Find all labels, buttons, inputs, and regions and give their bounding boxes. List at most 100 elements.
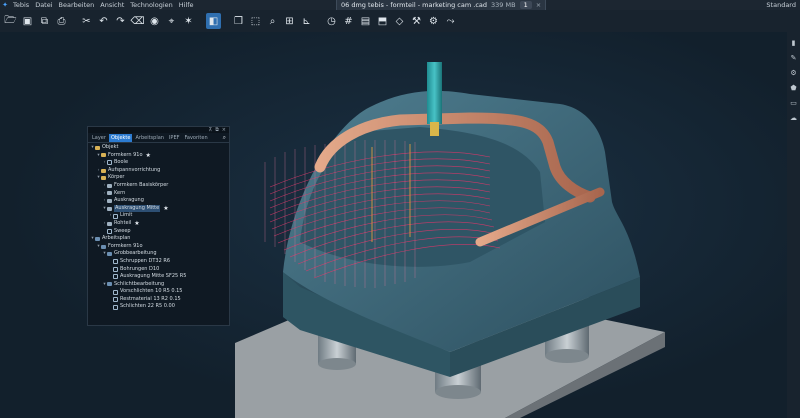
tree-item-label: Restmaterial 13 R2 0.15 (120, 295, 181, 302)
float-icon[interactable]: ⧉ (215, 127, 219, 133)
plan-icon (95, 236, 100, 241)
menu-ansicht[interactable]: Ansicht (97, 0, 127, 10)
tool-icon[interactable]: ⚙ (426, 13, 441, 29)
tree-item-label: Boole (114, 159, 129, 166)
save-icon[interactable]: ▣ (20, 13, 35, 29)
tree-item[interactable]: Vorschlichten 10 R5 0.15 (88, 288, 229, 296)
star-icon[interactable]: ★ (163, 205, 168, 213)
tree-item[interactable]: › Boole (88, 159, 229, 167)
op-icon (107, 228, 112, 234)
folder-icon (101, 176, 106, 181)
tree-item[interactable]: › Kern (88, 190, 229, 198)
op-icon (113, 213, 118, 219)
tree-item[interactable]: › Formkern Basiskörper (88, 182, 229, 190)
tab-favoriten[interactable]: Favoriten (182, 134, 209, 142)
box-icon[interactable]: ▤ (358, 13, 373, 29)
tab-layer[interactable]: Layer (90, 134, 108, 142)
tree-item[interactable]: › Limit (88, 212, 229, 220)
tree-item[interactable]: Schlichten 22 R5 0.00 (88, 303, 229, 311)
print-icon[interactable]: ⎙ (54, 13, 69, 29)
menu-datei[interactable]: Datei (32, 0, 55, 10)
frame-icon[interactable]: ⬚ (248, 13, 263, 29)
tree-item[interactable]: ▾ Grobbearbeitung (88, 250, 229, 258)
tree-item[interactable]: ▾ Formkern 91o ★ (88, 152, 229, 160)
app-logo-icon[interactable]: ✦ (0, 0, 10, 10)
tab-counter[interactable]: 1 (519, 1, 532, 9)
panel-tabs: Layer Objekte Arbeitsplan IPEF Favoriten… (88, 133, 229, 143)
delete-icon[interactable]: ⌫ (130, 13, 145, 29)
menu-tebis[interactable]: Tebis (10, 0, 32, 10)
panel-close-icon[interactable]: × (222, 127, 226, 133)
folder-icon (101, 168, 106, 173)
view-cube-icon[interactable]: ◧ (206, 13, 221, 29)
tree-item-label: Auskragung Mitte SF25 R5 (120, 273, 187, 280)
pick-icon[interactable]: ⌖ (164, 13, 179, 29)
folder-icon (95, 145, 100, 150)
tree-item[interactable]: Auskragung Mitte SF25 R5 (88, 273, 229, 281)
arrange-icon[interactable]: ⬒ (375, 13, 390, 29)
tab-arbeitsplan[interactable]: Arbeitsplan (133, 134, 165, 142)
shape-icon[interactable]: ⬟ (789, 83, 798, 92)
open-folder-icon[interactable]: 🗁 (3, 13, 18, 29)
undo-icon[interactable]: ↶ (96, 13, 111, 29)
tree-item[interactable]: ▾ Arbeitsplan (88, 235, 229, 243)
tree-item[interactable]: ▾ Schlichtbearbeitung (88, 281, 229, 289)
display-mode-icon[interactable]: ✶ (181, 13, 196, 29)
tree-item[interactable]: ▾ Objekt (88, 144, 229, 152)
pin-icon[interactable]: ⊼ (209, 127, 213, 133)
menu-technologien[interactable]: Technologien (127, 0, 176, 10)
tree-item[interactable]: › Auskragung (88, 197, 229, 205)
tree-item-label: Schruppen DT32 R6 (120, 257, 171, 264)
tree-item[interactable]: ▾ Auskragung Mitte ★ (88, 204, 229, 213)
zoom-all-icon[interactable]: ⊞ (282, 13, 297, 29)
settings-icon[interactable]: ⚙ (789, 68, 798, 77)
plan-icon (107, 282, 112, 287)
tree-item-label: Körper (108, 174, 125, 181)
cut-icon[interactable]: ✂ (79, 13, 94, 29)
side-tool-1-icon[interactable]: ▮ (789, 38, 798, 47)
redo-icon[interactable]: ↷ (113, 13, 128, 29)
spindle-tip (430, 122, 439, 136)
tab-objekte[interactable]: Objekte (108, 134, 133, 142)
body-icon (107, 206, 112, 211)
analysis-icon[interactable]: ⚒ (409, 13, 424, 29)
tab-ipef[interactable]: IPEF (167, 134, 182, 142)
measure-icon[interactable]: ◇ (392, 13, 407, 29)
nc-icon[interactable]: ⤳ (443, 13, 458, 29)
object-tree: ▾ Objekt ▾ Formkern 91o ★ › Boole › Aufspannvorr… (88, 143, 229, 311)
clock-icon[interactable]: ◷ (324, 13, 339, 29)
tree-item[interactable]: ▾ Körper (88, 174, 229, 182)
document-tab[interactable]: 06 dmg tebis - formteil - marketing cam … (336, 0, 547, 10)
tree-item[interactable]: › Rohteil ★ (88, 220, 229, 228)
tree-item-label: Aufspannvorrichtung (108, 166, 161, 173)
menu-bearbeiten[interactable]: Bearbeiten (56, 0, 98, 10)
search-icon[interactable]: ⌕ (223, 134, 226, 142)
tree-item[interactable]: ▾ Formkern 91o (88, 243, 229, 251)
tree-item[interactable]: Restmaterial 13 R2 0.15 (88, 296, 229, 304)
cloud-icon[interactable]: ☁ (789, 113, 798, 122)
body-icon (107, 198, 112, 203)
close-tab-icon[interactable]: × (536, 1, 541, 9)
layers-icon[interactable]: ❒ (231, 13, 246, 29)
tree-item[interactable]: Sweep (88, 228, 229, 236)
tree-item-label: Grobbearbeitung (114, 250, 157, 257)
tree-item-label: Objekt (102, 144, 119, 150)
layout-selector[interactable]: Standard (766, 0, 796, 10)
monitor-icon[interactable]: ▭ (789, 98, 798, 107)
edit-icon[interactable]: ✎ (789, 53, 798, 62)
star-icon[interactable]: ★ (134, 220, 139, 228)
zoom-icon[interactable]: ⌕ (265, 13, 280, 29)
star-icon[interactable]: ★ (146, 152, 151, 160)
tree-item-label: Schlichtbearbeitung (114, 280, 165, 287)
save-all-icon[interactable]: ⧉ (37, 13, 52, 29)
visibility-icon[interactable]: ◉ (147, 13, 162, 29)
tree-item[interactable]: Schruppen DT32 R6 (88, 258, 229, 266)
memory-readout: 339 MB (491, 1, 516, 9)
op-icon (113, 274, 118, 280)
tree-item[interactable]: Bohrungen D10 (88, 266, 229, 274)
tree-item-label: Schlichten 22 R5 0.00 (120, 303, 175, 310)
menu-hilfe[interactable]: Hilfe (176, 0, 197, 10)
axes-icon[interactable]: ⊾ (299, 13, 314, 29)
tree-item[interactable]: › Aufspannvorrichtung (88, 167, 229, 175)
grid-icon[interactable]: # (341, 13, 356, 29)
